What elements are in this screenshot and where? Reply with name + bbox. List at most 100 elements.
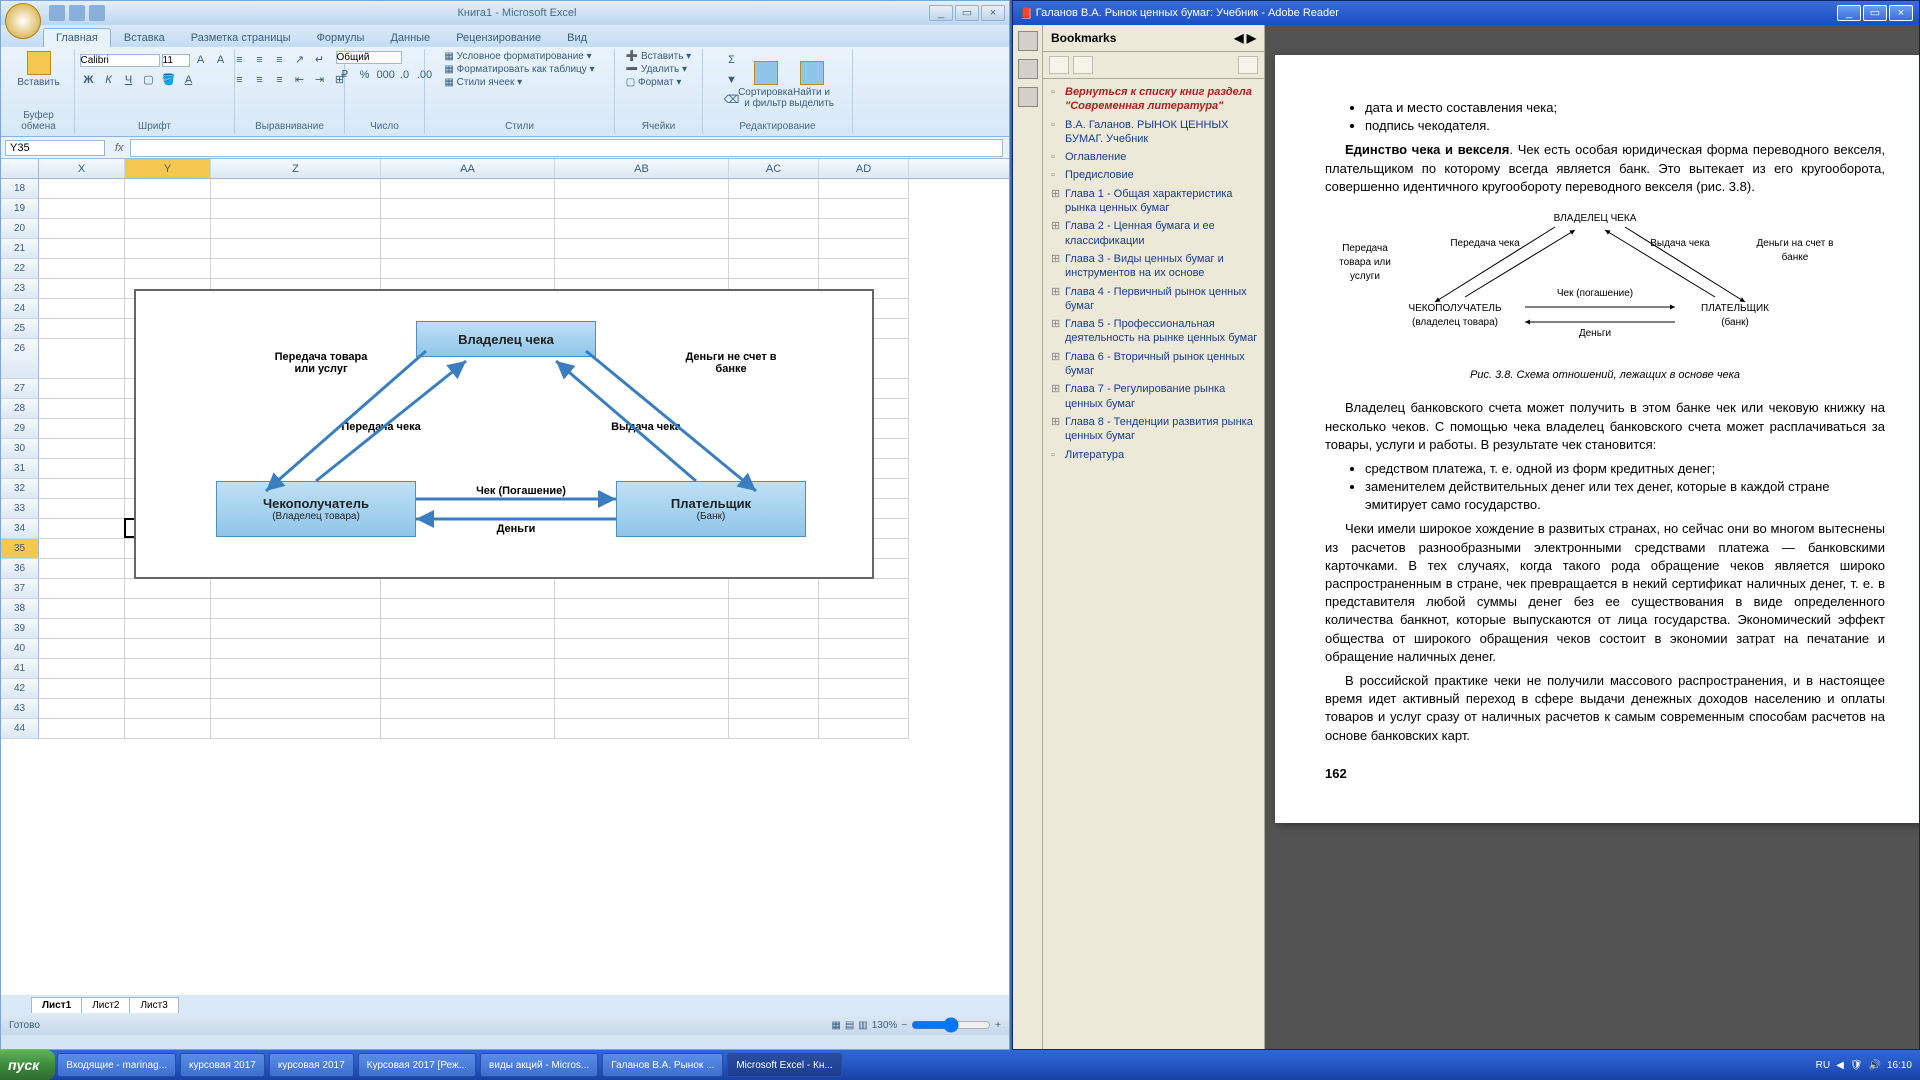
quick-access-toolbar[interactable] (49, 5, 105, 21)
cell[interactable] (555, 639, 729, 659)
row-header[interactable]: 29 (1, 419, 39, 439)
cell[interactable] (729, 179, 819, 199)
zoom-value[interactable]: 130% (872, 1020, 898, 1031)
column-header[interactable]: Y (125, 159, 211, 178)
cell[interactable] (819, 219, 909, 239)
cell[interactable] (381, 619, 555, 639)
cell[interactable] (125, 239, 211, 259)
cell[interactable] (39, 379, 125, 399)
cell[interactable] (729, 599, 819, 619)
row-header[interactable]: 39 (1, 619, 39, 639)
bookmark-item[interactable]: В.А. Галанов. РЫНОК ЦЕННЫХ БУМАГ. Учебни… (1047, 116, 1260, 149)
cell[interactable] (39, 179, 125, 199)
cond-format-button[interactable]: ▦ Условное форматирование ▾ (444, 51, 594, 62)
maximize-button[interactable]: ▭ (955, 5, 979, 21)
cell[interactable] (39, 419, 125, 439)
bookmark-item[interactable]: Глава 3 - Виды ценных бумаг и инструмент… (1047, 250, 1260, 283)
cell[interactable] (211, 259, 381, 279)
taskbar-item[interactable]: курсовая 2017 (180, 1053, 265, 1077)
row-header[interactable]: 19 (1, 199, 39, 219)
cell[interactable] (381, 659, 555, 679)
cell[interactable] (819, 579, 909, 599)
bookmark-item[interactable]: Вернуться к списку книг раздела "Совреме… (1047, 83, 1260, 116)
underline-button[interactable]: Ч (120, 71, 138, 89)
row-header[interactable]: 23 (1, 279, 39, 299)
bookmark-item[interactable]: Литература (1047, 446, 1260, 464)
cell[interactable] (729, 619, 819, 639)
row-header[interactable]: 21 (1, 239, 39, 259)
row-header[interactable]: 24 (1, 299, 39, 319)
zoom-in-button[interactable]: + (995, 1020, 1001, 1031)
cell[interactable] (211, 659, 381, 679)
cell[interactable] (125, 579, 211, 599)
cell[interactable] (39, 439, 125, 459)
taskbar-item[interactable]: Microsoft Excel - Кн... (727, 1053, 841, 1077)
ribbon-tab-3[interactable]: Формулы (304, 28, 378, 47)
start-button[interactable]: пуск (0, 1050, 55, 1080)
cell[interactable] (39, 619, 125, 639)
cell[interactable] (729, 719, 819, 739)
cell[interactable] (819, 639, 909, 659)
row-header[interactable]: 25 (1, 319, 39, 339)
cell[interactable] (381, 719, 555, 739)
cell[interactable] (211, 619, 381, 639)
percent-icon[interactable]: % (356, 66, 374, 84)
cell[interactable] (819, 719, 909, 739)
bm-new-icon[interactable] (1049, 56, 1069, 74)
name-box[interactable] (5, 140, 105, 156)
cell[interactable] (819, 679, 909, 699)
format-table-button[interactable]: ▦ Форматировать как таблицу ▾ (444, 64, 594, 75)
cell[interactable] (39, 239, 125, 259)
bookmark-item[interactable]: Предисловие (1047, 166, 1260, 184)
cell[interactable] (381, 679, 555, 699)
bm-options-icon[interactable] (1073, 56, 1093, 74)
cell[interactable] (381, 579, 555, 599)
cell[interactable] (125, 659, 211, 679)
align-right-icon[interactable]: ≡ (271, 71, 289, 89)
cell-styles-button[interactable]: ▦ Стили ячеек ▾ (444, 77, 594, 88)
bookmarks-icon[interactable] (1018, 59, 1038, 79)
align-top-icon[interactable]: ≡ (231, 51, 249, 69)
row-header[interactable]: 22 (1, 259, 39, 279)
attachments-icon[interactable] (1018, 87, 1038, 107)
wrap-icon[interactable]: ↵ (311, 51, 329, 69)
bookmark-item[interactable]: Глава 1 - Общая характеристика рынка цен… (1047, 185, 1260, 218)
align-mid-icon[interactable]: ≡ (251, 51, 269, 69)
close-button[interactable]: × (1889, 5, 1913, 21)
cell[interactable] (819, 699, 909, 719)
autosum-icon[interactable]: Σ (723, 51, 741, 69)
cell[interactable] (211, 639, 381, 659)
cell[interactable] (211, 719, 381, 739)
row-header[interactable]: 44 (1, 719, 39, 739)
row-header[interactable]: 42 (1, 679, 39, 699)
cell[interactable] (39, 599, 125, 619)
undo-icon[interactable] (69, 5, 85, 21)
cell[interactable] (381, 699, 555, 719)
cell[interactable] (729, 639, 819, 659)
insert-cells-button[interactable]: ➕ Вставить ▾ (626, 51, 691, 62)
indent-dec-icon[interactable]: ⇤ (291, 71, 309, 89)
cell[interactable] (39, 479, 125, 499)
pages-icon[interactable] (1018, 31, 1038, 51)
zoom-out-button[interactable]: − (901, 1020, 907, 1031)
cell[interactable] (729, 659, 819, 679)
paste-button[interactable]: Вставить (18, 51, 60, 88)
minimize-button[interactable]: _ (1837, 5, 1861, 21)
column-header[interactable]: Z (211, 159, 381, 178)
align-center-icon[interactable]: ≡ (251, 71, 269, 89)
sheet-tab[interactable]: Лист2 (81, 997, 130, 1013)
column-header[interactable]: AA (381, 159, 555, 178)
cell[interactable] (39, 459, 125, 479)
bookmark-item[interactable]: Глава 6 - Вторичный рынок ценных бумаг (1047, 348, 1260, 381)
cell[interactable] (381, 639, 555, 659)
cell[interactable] (381, 599, 555, 619)
bookmark-item[interactable]: Глава 2 - Ценная бумага и ее классификац… (1047, 217, 1260, 250)
cell[interactable] (381, 199, 555, 219)
minimize-button[interactable]: _ (929, 5, 953, 21)
tray-icon[interactable]: 🛡 (1850, 1060, 1863, 1071)
comma-icon[interactable]: 000 (376, 66, 394, 84)
row-header[interactable]: 41 (1, 659, 39, 679)
cell[interactable] (39, 339, 125, 379)
cell[interactable] (555, 599, 729, 619)
delete-cells-button[interactable]: ➖ Удалить ▾ (626, 64, 691, 75)
